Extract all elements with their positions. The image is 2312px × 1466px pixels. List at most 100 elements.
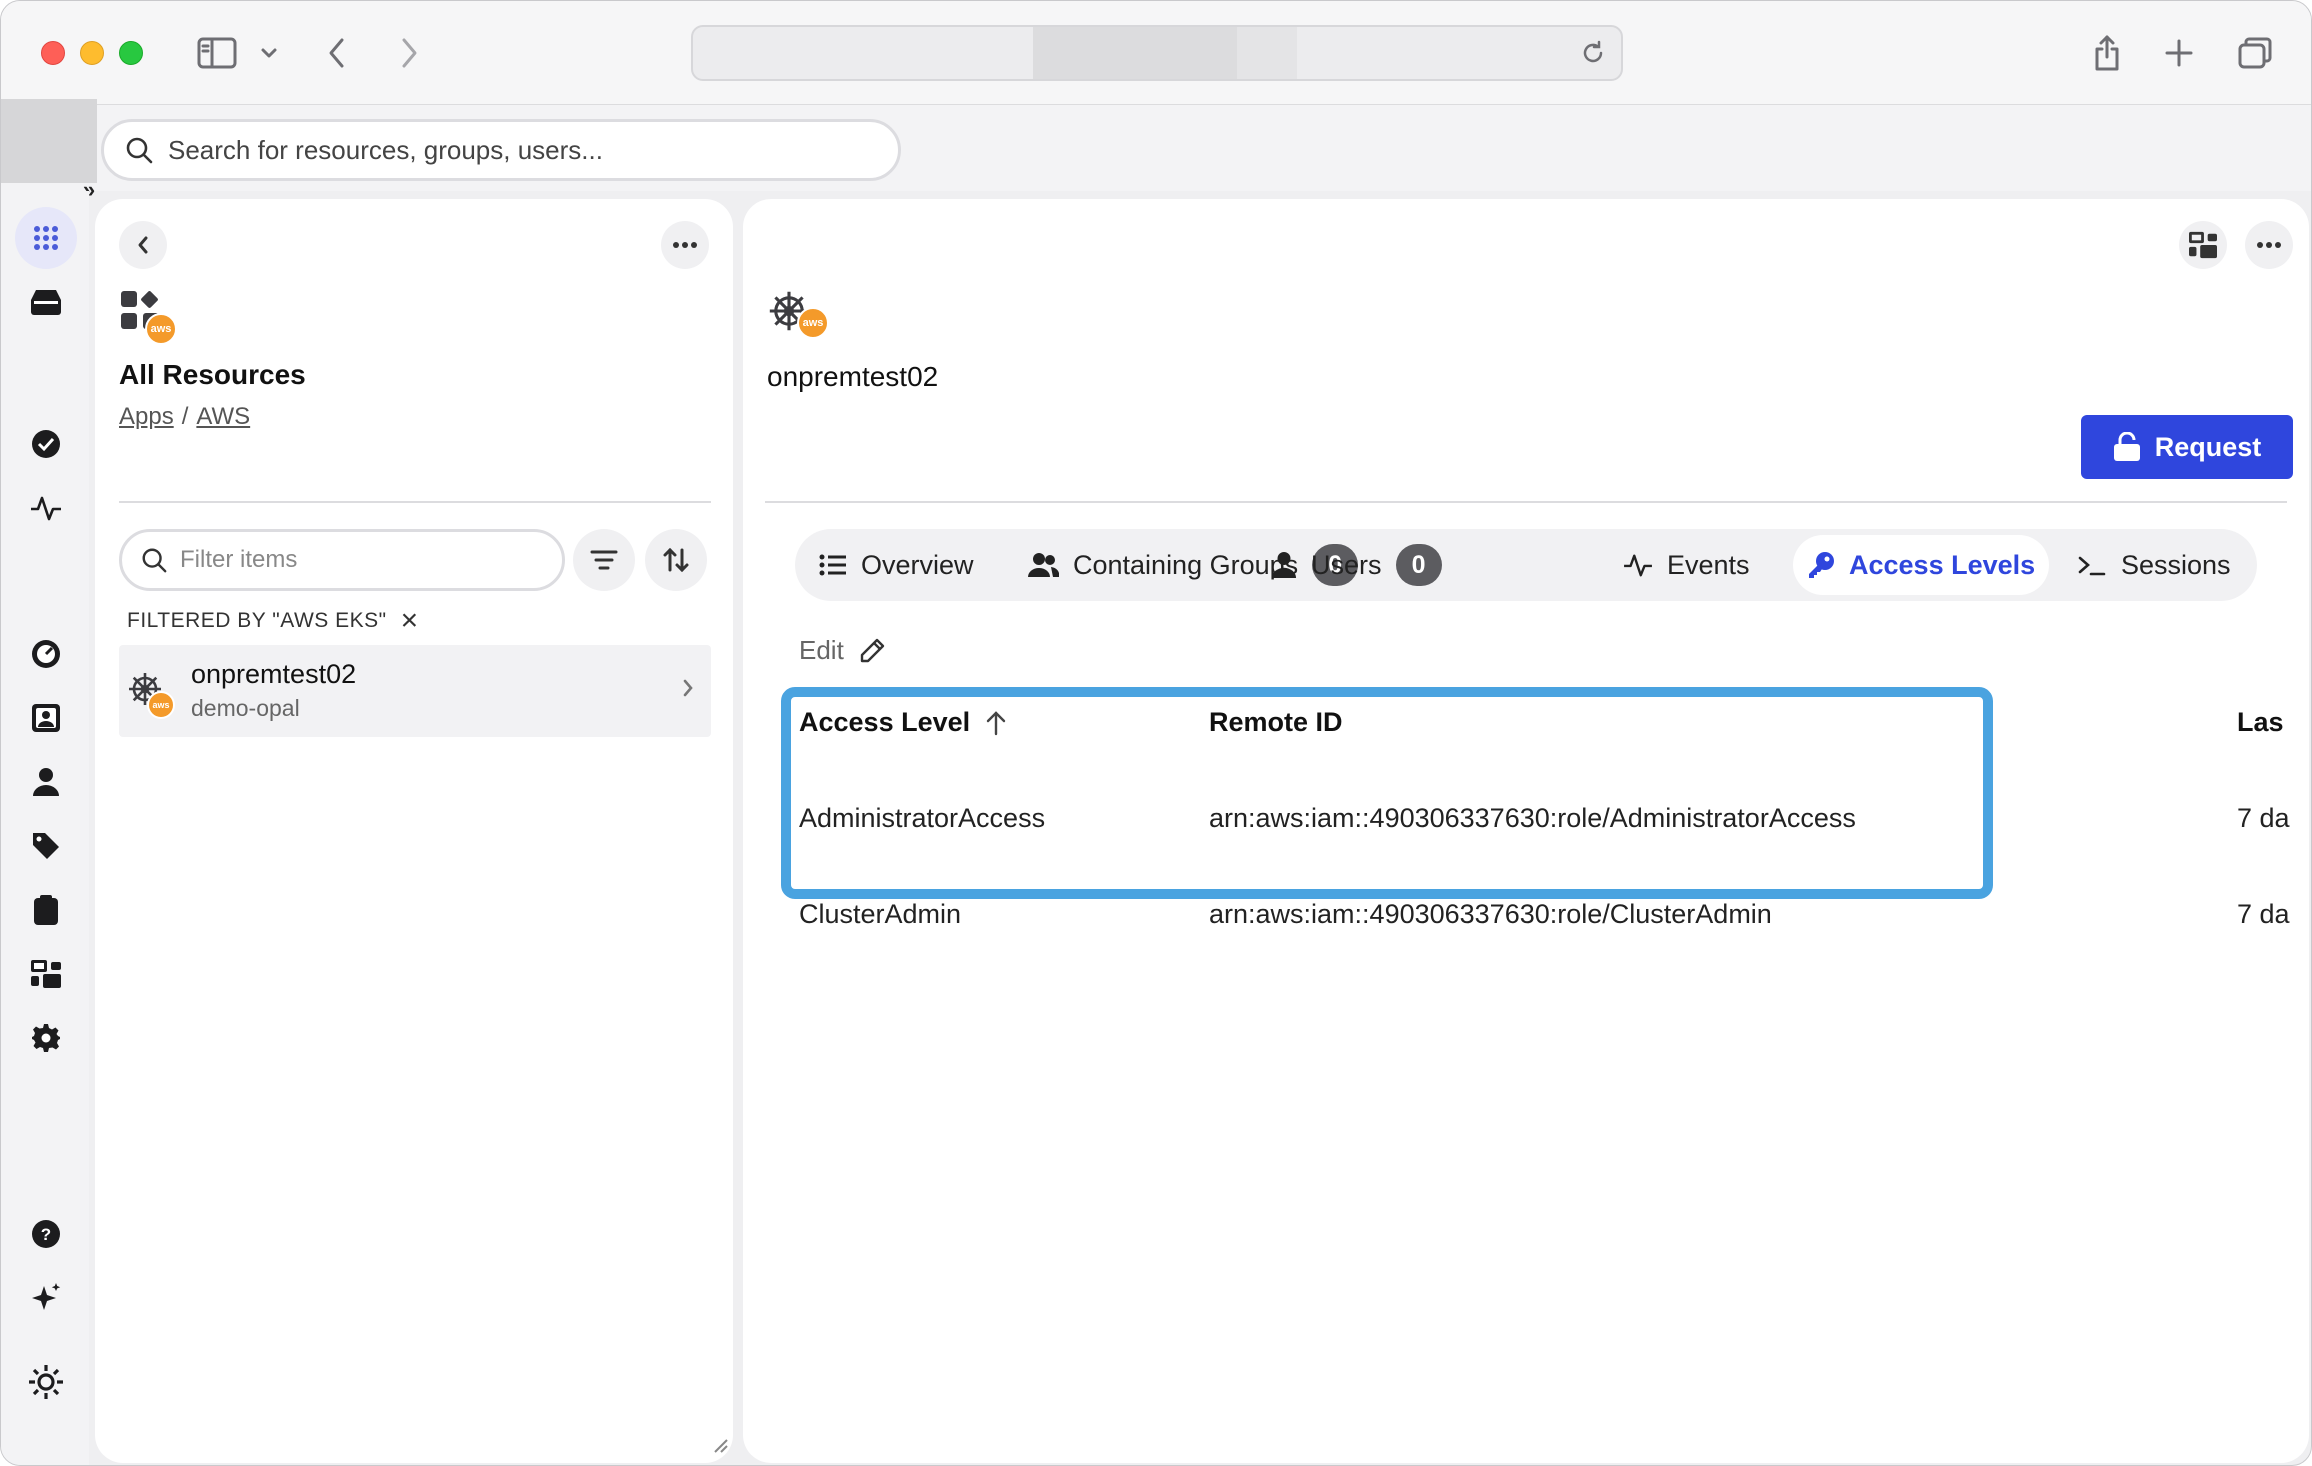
logo-placeholder	[1, 99, 97, 183]
resource-title: onpremtest02	[767, 361, 939, 392]
tab-label: Access Levels	[1849, 549, 2036, 580]
icon-rail: ?	[1, 191, 89, 1465]
sort-button[interactable]	[645, 529, 707, 591]
groups-view-button[interactable]	[2179, 221, 2227, 269]
redacted-url-block-2	[1237, 27, 1297, 79]
column-header-remote-id[interactable]: Remote ID	[1209, 707, 1343, 738]
chevron-down-icon[interactable]	[249, 31, 289, 75]
aws-badge: aws	[147, 691, 175, 719]
resize-handle-icon[interactable]	[711, 1436, 729, 1459]
chevron-right-icon	[681, 677, 695, 704]
minimize-window-button[interactable]	[80, 41, 104, 65]
tab-label: Sessions	[2121, 549, 2231, 580]
tag-icon[interactable]	[15, 815, 77, 877]
tab-label: Events	[1667, 549, 1750, 580]
users-group-icon	[1028, 553, 1059, 577]
clear-filter-icon[interactable]: ×	[401, 606, 419, 636]
activity-icon	[1624, 554, 1652, 577]
cell-access-level[interactable]: ClusterAdmin	[799, 899, 961, 930]
tab-overview[interactable]: Overview	[805, 535, 988, 595]
global-search-input[interactable]	[168, 134, 868, 166]
sidebar-toggle-icon[interactable]	[195, 31, 239, 75]
lock-icon	[2113, 432, 2140, 461]
tab-events[interactable]: Events	[1609, 535, 1764, 595]
clipboard-icon[interactable]	[15, 879, 77, 941]
list-item-subtitle: demo-opal	[191, 695, 300, 721]
filter-items-input[interactable]	[180, 546, 540, 574]
column-header-access-level[interactable]: Access Level	[799, 707, 1008, 738]
contact-card-icon[interactable]	[15, 687, 77, 749]
help-icon[interactable]: ?	[15, 1203, 77, 1265]
check-circle-icon[interactable]	[15, 413, 77, 475]
aws-badge: aws	[145, 313, 177, 345]
edit-button[interactable]: Edit	[799, 635, 886, 666]
tab-label: Overview	[861, 549, 974, 580]
tab-access-levels[interactable]: Access Levels	[1793, 535, 2050, 595]
more-options-button[interactable]	[2245, 221, 2293, 269]
dashboard-gauge-icon[interactable]	[15, 623, 77, 685]
filter-label: FILTERED BY "AWS EKS"	[127, 609, 387, 632]
breadcrumb: Apps / AWS	[119, 403, 250, 431]
apps-grid-icon[interactable]	[15, 207, 77, 269]
inbox-icon[interactable]	[15, 271, 77, 333]
global-search[interactable]	[101, 119, 901, 181]
forward-arrow-icon[interactable]	[387, 31, 431, 75]
address-bar[interactable]	[691, 25, 1623, 81]
search-icon	[126, 137, 153, 164]
search-icon	[142, 548, 167, 573]
zoom-window-button[interactable]	[119, 41, 143, 65]
sparkle-icon[interactable]	[15, 1267, 77, 1329]
browser-toolbar	[1, 1, 2311, 105]
edit-label: Edit	[799, 635, 844, 665]
active-filter-chip: FILTERED BY "AWS EKS" ×	[127, 606, 419, 636]
close-window-button[interactable]	[41, 41, 65, 65]
redacted-url-block	[1033, 27, 1237, 79]
count-badge: 0	[1395, 544, 1442, 586]
breadcrumb-separator: /	[181, 403, 189, 430]
resources-panel: aws All Resources Apps / AWS FILTERED BY "…	[95, 199, 733, 1463]
activity-icon[interactable]	[15, 477, 77, 539]
cell-remote-id: arn:aws:iam::490306337630:role/ClusterAd…	[1209, 899, 1772, 929]
cell-remote-id: arn:aws:iam::490306337630:role/Administr…	[1209, 803, 1856, 833]
kubernetes-icon: aws	[765, 287, 835, 347]
tab-sessions[interactable]: Sessions	[2063, 535, 2245, 595]
reload-icon[interactable]	[1579, 39, 1607, 72]
settings-gear-icon[interactable]	[15, 1007, 77, 1069]
tab-bar: Overview Containing Groups 0 Users 0 Eve…	[795, 529, 2257, 601]
list-icon	[819, 554, 846, 576]
breadcrumb-aws-link[interactable]: AWS	[196, 403, 250, 430]
request-label: Request	[2154, 431, 2262, 462]
svg-text:?: ?	[41, 1225, 51, 1244]
back-arrow-icon[interactable]	[315, 31, 359, 75]
new-tab-plus-icon[interactable]	[2157, 31, 2201, 75]
list-item[interactable]: aws onpremtest02 demo-opal	[119, 645, 711, 737]
divider	[119, 501, 711, 503]
column-header-last[interactable]: Las	[2237, 707, 2284, 738]
more-options-button[interactable]	[661, 221, 709, 269]
groups-icon[interactable]	[15, 943, 77, 1005]
share-icon[interactable]	[2085, 31, 2129, 75]
kubernetes-icon: aws	[125, 669, 181, 725]
panel-title: All Resources	[119, 359, 306, 390]
sun-gear-icon[interactable]	[15, 1351, 77, 1413]
breadcrumb-apps-link[interactable]: Apps	[119, 403, 174, 430]
tab-overview-icon[interactable]	[2233, 31, 2277, 75]
all-resources-icon: aws	[119, 289, 179, 345]
pencil-icon	[860, 638, 885, 662]
cell-last: 7 da	[2237, 899, 2290, 929]
list-item-name: onpremtest02	[191, 659, 357, 689]
cell-last: 7 da	[2237, 803, 2290, 833]
tab-label: Users	[1311, 549, 1382, 580]
user-icon	[1271, 552, 1297, 578]
sort-ascending-icon	[986, 710, 1006, 735]
user-icon[interactable]	[15, 751, 77, 813]
key-icon	[1809, 552, 1834, 578]
filter-lines-button[interactable]	[573, 529, 635, 591]
cell-access-level[interactable]: AdministratorAccess	[799, 803, 1045, 834]
resource-detail-panel: aws onpremtest02 Request Overview Contai…	[743, 199, 2309, 1463]
tab-users[interactable]: Users 0	[1257, 535, 1456, 595]
aws-badge: aws	[797, 307, 829, 339]
back-chevron-button[interactable]	[119, 221, 167, 269]
filter-items-field[interactable]	[119, 529, 565, 591]
request-button[interactable]: Request	[2081, 415, 2293, 479]
